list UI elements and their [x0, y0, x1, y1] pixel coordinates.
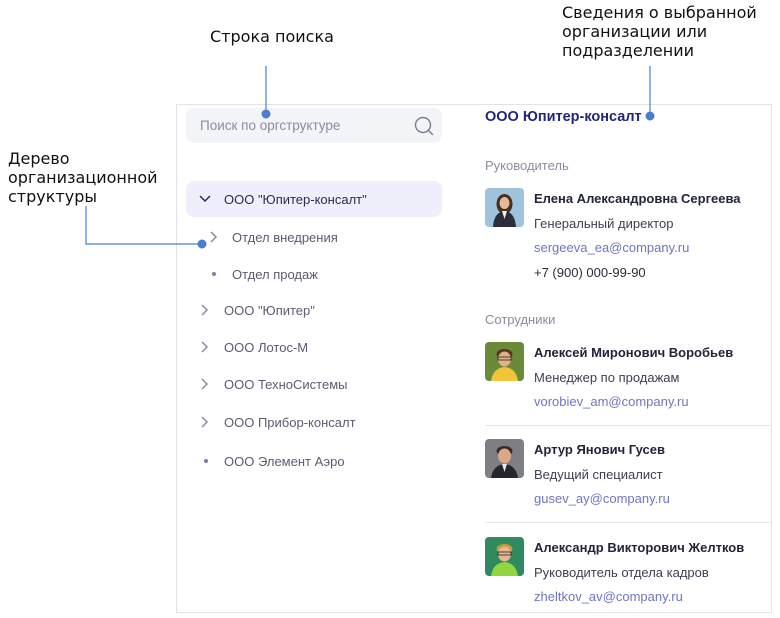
- tree-item-technosystems[interactable]: ООО ТехноСистемы: [186, 366, 442, 402]
- annotation-tree: Дерево организационной структуры: [8, 149, 158, 206]
- tree-item-label: ООО ТехноСистемы: [224, 377, 348, 392]
- chevron-right-icon[interactable]: [198, 340, 212, 354]
- avatar: [485, 188, 524, 227]
- annotation-details-line: Сведения о выбранной: [562, 3, 757, 22]
- tree-item-implementation-dept[interactable]: Отдел внедрения: [186, 219, 442, 255]
- annotation-tree-line: организационной: [8, 168, 158, 187]
- tree-item-label: Отдел продаж: [232, 267, 318, 282]
- chevron-right-icon[interactable]: [198, 377, 212, 391]
- head-phone: +7 (900) 000-99-90: [534, 265, 646, 280]
- tree-item-label: ООО Прибор-консалт: [224, 415, 356, 430]
- avatar: [485, 439, 524, 478]
- tree-item-label: ООО Лотос-М: [224, 340, 309, 355]
- avatar: [485, 342, 524, 381]
- search-icon[interactable]: [413, 115, 435, 137]
- employee-role: Руководитель отдела кадров: [534, 565, 709, 580]
- employee-email-link[interactable]: vorobiev_am@company.ru: [534, 394, 689, 409]
- tree-item-label: Отдел внедрения: [232, 230, 338, 245]
- tree-item-label: ООО "Юпитер": [224, 303, 315, 318]
- chevron-down-icon[interactable]: [198, 192, 212, 206]
- employee-name: Алексей Миронович Воробьев: [534, 345, 734, 360]
- head-section-label: Руководитель: [485, 158, 569, 173]
- avatar: [485, 537, 524, 576]
- employee-role: Менеджер по продажам: [534, 370, 680, 385]
- employee-role: Ведущий специалист: [534, 467, 663, 482]
- employees-section-label: Сотрудники: [485, 312, 556, 327]
- divider: [485, 522, 771, 523]
- tree-item-element-aero[interactable]: ООО Элемент Аэро: [186, 443, 442, 479]
- chevron-right-icon[interactable]: [207, 230, 221, 244]
- leaf-dot-icon: [204, 459, 208, 463]
- tree-item-pribor-consult[interactable]: ООО Прибор-консалт: [186, 404, 442, 440]
- annotation-tree-line: Дерево: [8, 149, 70, 168]
- head-email-link[interactable]: sergeeva_ea@company.ru: [534, 240, 689, 255]
- chevron-right-icon[interactable]: [198, 303, 212, 317]
- annotation-search: Строка поиска: [210, 27, 334, 46]
- annotation-details-line: организации или: [562, 22, 708, 41]
- tree-item-label: ООО "Юпитер-консалт": [224, 192, 367, 207]
- org-title: ООО Юпитер-консалт: [485, 109, 642, 125]
- employee-name: Артур Янович Гусев: [534, 442, 665, 457]
- tree-item-lotos-m[interactable]: ООО Лотос-М: [186, 329, 442, 365]
- search-placeholder: Поиск по оргструктуре: [200, 118, 341, 133]
- tree-item-yupiter-consult[interactable]: ООО "Юпитер-консалт": [186, 181, 442, 217]
- tree-item-yupiter[interactable]: ООО "Юпитер": [186, 292, 442, 328]
- employee-email-link[interactable]: gusev_ay@company.ru: [534, 491, 670, 506]
- chevron-right-icon[interactable]: [198, 415, 212, 429]
- employee-name: Александр Викторович Желтков: [534, 540, 745, 555]
- leaf-dot-icon: [212, 272, 216, 276]
- annotation-tree-line: структуры: [8, 187, 97, 206]
- divider: [485, 425, 771, 426]
- tree-item-sales-dept[interactable]: Отдел продаж: [186, 256, 442, 292]
- head-name: Елена Александровна Сергеева: [534, 191, 741, 206]
- employee-email-link[interactable]: zheltkov_av@company.ru: [534, 589, 683, 604]
- head-role: Генеральный директор: [534, 216, 674, 231]
- tree-item-label: ООО Элемент Аэро: [224, 454, 345, 469]
- search-input[interactable]: Поиск по оргструктуре: [186, 108, 442, 143]
- annotation-details: Сведения о выбранной организации или под…: [562, 3, 757, 60]
- annotation-details-line: подразделении: [562, 41, 695, 60]
